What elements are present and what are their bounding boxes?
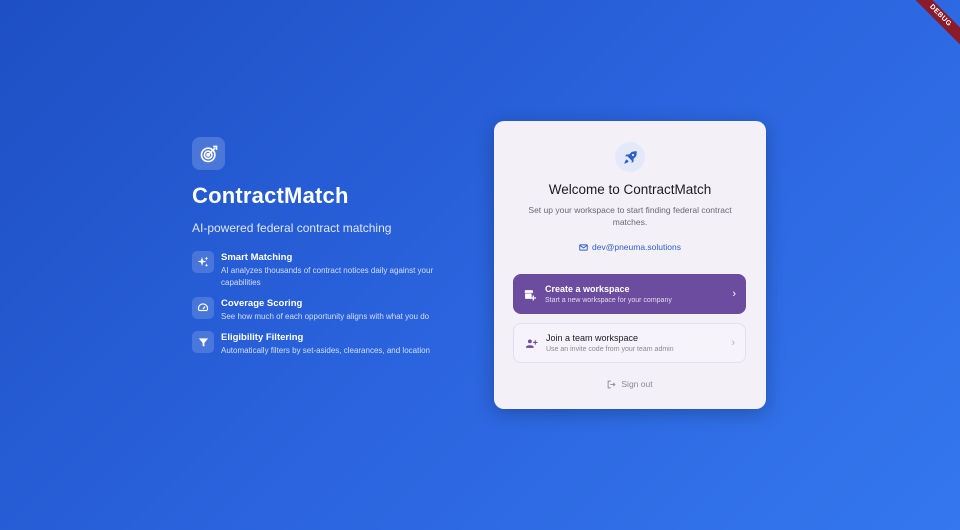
add-business-icon: [523, 287, 537, 301]
filter-icon: [192, 331, 214, 353]
chevron-right-icon: ›: [732, 288, 736, 300]
feature-description: See how much of each opportunity aligns …: [221, 312, 430, 321]
feature-description: Automatically filters by set-asides, cle…: [221, 346, 430, 355]
mail-icon: [579, 243, 588, 251]
create-workspace-button[interactable]: Create a workspace Start a new workspace…: [513, 274, 746, 314]
option-description: Use an invite code from your team admin: [546, 345, 674, 353]
feature-coverage-scoring: Coverage Scoring See how much of each op…: [192, 297, 462, 323]
sign-out-label: Sign out: [621, 379, 653, 389]
user-email: dev@pneuma.solutions: [494, 242, 766, 252]
feature-title: Smart Matching: [221, 252, 293, 263]
feature-eligibility-filtering: Eligibility Filtering Automatically filt…: [192, 331, 462, 357]
debug-banner: DEBUG: [907, 0, 960, 49]
welcome-subtitle: Set up your workspace to start finding f…: [528, 205, 732, 227]
sparkle-icon: [192, 251, 214, 273]
chevron-right-icon: ›: [731, 337, 735, 349]
gauge-icon: [192, 297, 214, 319]
email-text: dev@pneuma.solutions: [592, 242, 681, 252]
feature-smart-matching: Smart Matching AI analyzes thousands of …: [192, 251, 462, 289]
target-icon: [192, 137, 225, 170]
option-description: Start a new workspace for your company: [545, 296, 672, 304]
rocket-icon: [615, 142, 645, 172]
option-title: Join a team workspace: [546, 332, 639, 343]
feature-description: AI analyzes thousands of contract notice…: [221, 266, 434, 287]
group-add-icon: [524, 336, 538, 350]
welcome-title: Welcome to ContractMatch: [548, 182, 712, 197]
feature-list: Smart Matching AI analyzes thousands of …: [192, 251, 462, 357]
logout-icon: [608, 380, 616, 388]
welcome-card: Welcome to ContractMatch Set up your wor…: [494, 121, 766, 409]
feature-title: Coverage Scoring: [221, 298, 303, 309]
feature-title: Eligibility Filtering: [221, 332, 304, 343]
app-tagline: AI-powered federal contract matching: [192, 221, 392, 235]
option-title: Create a workspace: [545, 283, 630, 294]
hero-section: ContractMatch AI-powered federal contrac…: [192, 137, 462, 365]
sign-out-button[interactable]: Sign out: [494, 379, 766, 389]
app-title: ContractMatch: [192, 183, 349, 208]
join-workspace-button[interactable]: Join a team workspace Use an invite code…: [513, 323, 746, 363]
